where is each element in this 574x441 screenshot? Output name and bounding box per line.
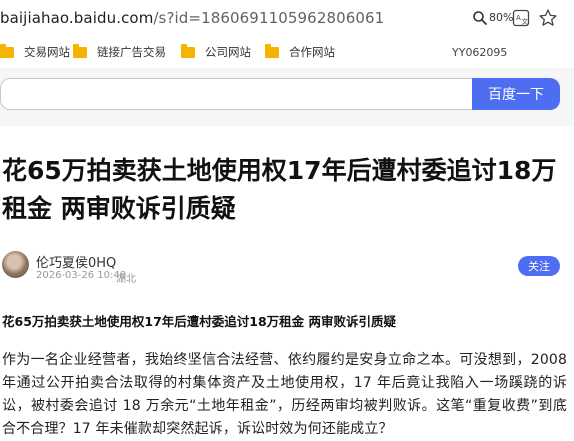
bookmark-item-1[interactable]: 链接广告交易 xyxy=(73,43,166,60)
bookmark-label: 交易网站 xyxy=(24,45,70,59)
url-field[interactable]: baijiahao.baidu.com/s?id=186069110596280… xyxy=(0,9,384,27)
svg-text:文: 文 xyxy=(522,17,529,26)
follow-button[interactable]: 关注 xyxy=(518,256,560,276)
folder-icon xyxy=(181,43,195,58)
author-name[interactable]: 伦巧夏侯0HQ xyxy=(36,252,116,271)
search-button[interactable]: 百度一下 xyxy=(472,78,560,110)
svg-text:A: A xyxy=(516,14,521,22)
folder-icon xyxy=(0,43,14,58)
bookmark-star-icon[interactable] xyxy=(538,8,558,28)
url-host: baijiahao.baidu.com xyxy=(0,9,154,27)
article-body: 作为一名企业经营者，我始终坚信合法经营、依约履约是安身立命之本。可没想到，200… xyxy=(2,352,567,437)
folder-icon xyxy=(265,43,279,58)
publish-time: 2026-03-26 10:48 xyxy=(36,270,127,281)
avatar[interactable] xyxy=(2,251,29,278)
url-path: /s?id=1860691105962806061 xyxy=(153,9,385,27)
bookmark-label: 公司网站 xyxy=(205,45,251,59)
bookmark-label: 链接广告交易 xyxy=(97,45,166,59)
publish-location: 湖北 xyxy=(116,274,136,285)
bookmark-item-2[interactable]: 公司网站 xyxy=(181,43,251,60)
zoom-level: 80% xyxy=(489,11,514,24)
bookmark-label: 合作网站 xyxy=(289,45,335,59)
translate-icon[interactable]: A文 xyxy=(512,9,530,27)
bookmark-item-0[interactable]: 交易网站 xyxy=(0,43,70,60)
folder-icon xyxy=(73,43,87,58)
bookmark-item-3[interactable]: 合作网站 xyxy=(265,43,335,60)
search-input[interactable] xyxy=(0,78,474,110)
zoom-icon[interactable] xyxy=(472,10,488,26)
article-subtitle: 花65万拍卖获土地使用权17年后遭村委追讨18万租金 两审败诉引质疑 xyxy=(2,314,397,329)
article-title: 花65万拍卖获土地使用权17年后遭村委追讨18万租金 两审败诉引质疑 xyxy=(2,156,557,223)
bookmark-extra-text: YY062095 xyxy=(452,46,508,59)
